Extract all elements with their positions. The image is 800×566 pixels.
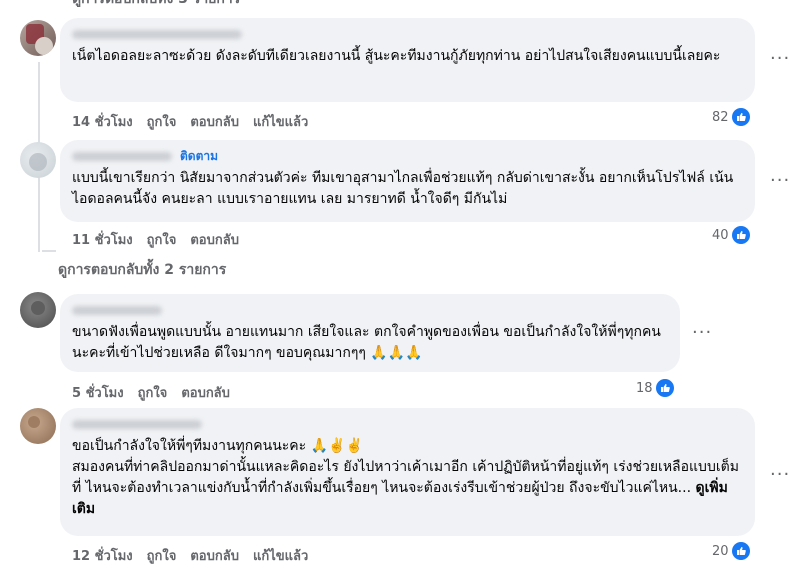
comment-actions: 5 ชั่วโมง ถูกใจ ตอบกลับ — [72, 382, 230, 403]
avatar[interactable] — [20, 142, 56, 178]
reaction-count[interactable]: 20 — [712, 542, 750, 560]
comment-text: แบบนี้เขาเรียกว่า นิสัยมาจากส่วนตัวค่ะ ท… — [72, 170, 734, 207]
commenter-name-redacted[interactable] — [72, 416, 743, 432]
avatar-image — [26, 24, 53, 55]
more-options-icon[interactable]: ··· — [770, 170, 790, 191]
edited-label: แก้ไขแล้ว — [252, 115, 309, 130]
commenter-name-redacted[interactable] — [72, 26, 743, 42]
more-options-icon[interactable]: ··· — [770, 48, 790, 69]
reaction-count-value: 40 — [712, 227, 729, 243]
reaction-count[interactable]: 82 — [712, 108, 750, 126]
timestamp[interactable]: 14 ชั่วโมง — [72, 111, 133, 132]
comment-text: เน็ตไอดอลยะลาซะด้วย ดังละดับทีเดียวเลยงา… — [72, 48, 721, 64]
comment-bubble: ติดตาม แบบนี้เขาเรียกว่า นิสัยมาจากส่วนต… — [60, 140, 755, 222]
comment-first-line: ขอเป็นกำลังใจให้พี่ๆทีมงานทุกคนนะคะ 🙏✌️✌… — [72, 438, 363, 454]
reply-action[interactable]: ตอบกลับ — [190, 229, 239, 250]
like-action[interactable]: ถูกใจ — [147, 545, 177, 566]
like-action[interactable]: ถูกใจ — [138, 382, 168, 403]
avatar-image — [31, 301, 45, 315]
like-reaction-icon — [655, 379, 674, 397]
reply-action[interactable]: ตอบกลับ — [181, 382, 230, 403]
avatar[interactable] — [20, 20, 56, 56]
comment-bubble: ขนาดฟังเพื่อนพูดแบบนั้น อายแทนมาก เสียใจ… — [60, 294, 680, 372]
avatar-image — [29, 153, 47, 171]
reply-action[interactable]: ตอบกลับ — [190, 545, 239, 566]
timestamp[interactable]: 12 ชั่วโมง — [72, 545, 133, 566]
commenter-header: ติดตาม — [72, 148, 743, 164]
avatar-image — [28, 416, 40, 428]
follow-link[interactable]: ติดตาม — [180, 147, 218, 166]
reaction-count-value: 18 — [636, 380, 653, 396]
view-previous-replies-cut[interactable]: ดูการตอบกลับทั้ง 3 รายการ — [72, 0, 240, 10]
comment-actions: 12 ชั่วโมง ถูกใจ ตอบกลับ แก้ไขแล้ว — [72, 545, 308, 566]
reaction-count-value: 20 — [712, 543, 729, 559]
more-options-icon[interactable]: ··· — [692, 322, 712, 343]
comment-body: สมองคนที่ท่าคลิปออกมาด่านั้นแหละคิดอะไร … — [72, 459, 739, 496]
like-action[interactable]: ถูกใจ — [147, 111, 177, 132]
commenter-name-redacted[interactable] — [72, 302, 668, 318]
comment-actions: 14 ชั่วโมง ถูกใจ ตอบกลับ แก้ไขแล้ว — [72, 111, 308, 132]
timestamp[interactable]: 11 ชั่วโมง — [72, 229, 133, 250]
timestamp[interactable]: 5 ชั่วโมง — [72, 382, 124, 403]
reaction-count[interactable]: 40 — [712, 226, 750, 244]
commenter-name-redacted[interactable] — [72, 151, 172, 161]
view-replies-link[interactable]: ดูการตอบกลับทั้ง 2 รายการ — [58, 259, 226, 281]
like-action[interactable]: ถูกใจ — [147, 229, 177, 250]
edited-label: แก้ไขแล้ว — [252, 549, 309, 564]
avatar[interactable] — [20, 292, 56, 328]
comment-bubble: เน็ตไอดอลยะลาซะด้วย ดังละดับทีเดียวเลยงา… — [60, 18, 755, 102]
comment-text: ขนาดฟังเพื่อนพูดแบบนั้น อายแทนมาก เสียใจ… — [72, 324, 661, 361]
comment-text: สมองคนที่ท่าคลิปออกมาด่านั้นแหละคิดอะไร … — [72, 457, 743, 520]
comment-bubble: ขอเป็นกำลังใจให้พี่ๆทีมงานทุกคนนะคะ 🙏✌️✌… — [60, 408, 755, 536]
reply-action[interactable]: ตอบกลับ — [190, 111, 239, 132]
avatar[interactable] — [20, 408, 56, 444]
more-options-icon[interactable]: ··· — [770, 464, 790, 485]
thread-connector — [42, 250, 56, 252]
like-reaction-icon — [731, 108, 750, 126]
like-reaction-icon — [731, 226, 750, 244]
comment-actions: 11 ชั่วโมง ถูกใจ ตอบกลับ — [72, 229, 239, 250]
reaction-count-value: 82 — [712, 109, 729, 125]
like-reaction-icon — [731, 542, 750, 560]
reaction-count[interactable]: 18 — [636, 379, 674, 397]
